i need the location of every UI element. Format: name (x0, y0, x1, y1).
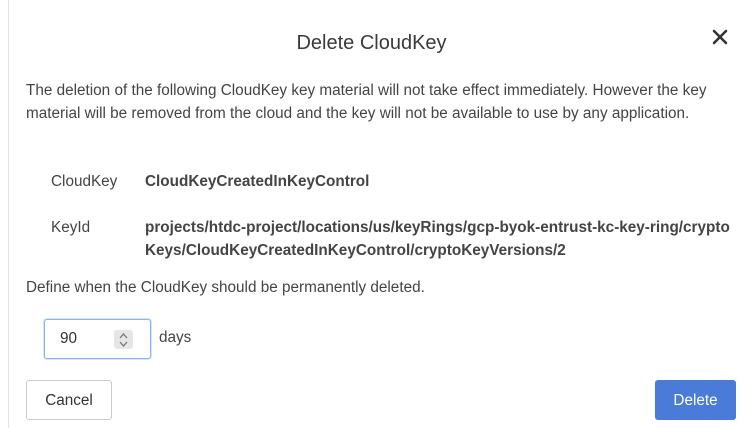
deletion-description: The deletion of the following CloudKey k… (26, 82, 707, 122)
define-deletion-text: Define when the CloudKey should be perma… (26, 279, 425, 296)
keyid-label: KeyId (51, 219, 91, 236)
cloudkey-label: CloudKey (51, 173, 118, 190)
delete-button[interactable]: Delete (655, 380, 736, 420)
keyid-value: projects/htdc-project/locations/us/keyRi… (145, 219, 730, 259)
cloudkey-value: CloudKeyCreatedInKeyControl (145, 173, 370, 190)
close-icon[interactable] (709, 26, 731, 48)
cancel-button[interactable]: Cancel (26, 380, 112, 420)
days-unit-label: days (159, 329, 192, 346)
days-number-input[interactable]: 90 (44, 319, 151, 359)
chevron-down-icon[interactable] (119, 340, 128, 348)
dialog-left-edge (0, 0, 9, 428)
delete-cloudkey-dialog: Delete CloudKey The deletion of the foll… (0, 0, 743, 428)
days-input-value: 90 (60, 330, 78, 347)
chevron-up-icon[interactable] (119, 332, 128, 340)
dialog-title: Delete CloudKey (296, 32, 447, 54)
days-spinner[interactable] (114, 330, 133, 349)
